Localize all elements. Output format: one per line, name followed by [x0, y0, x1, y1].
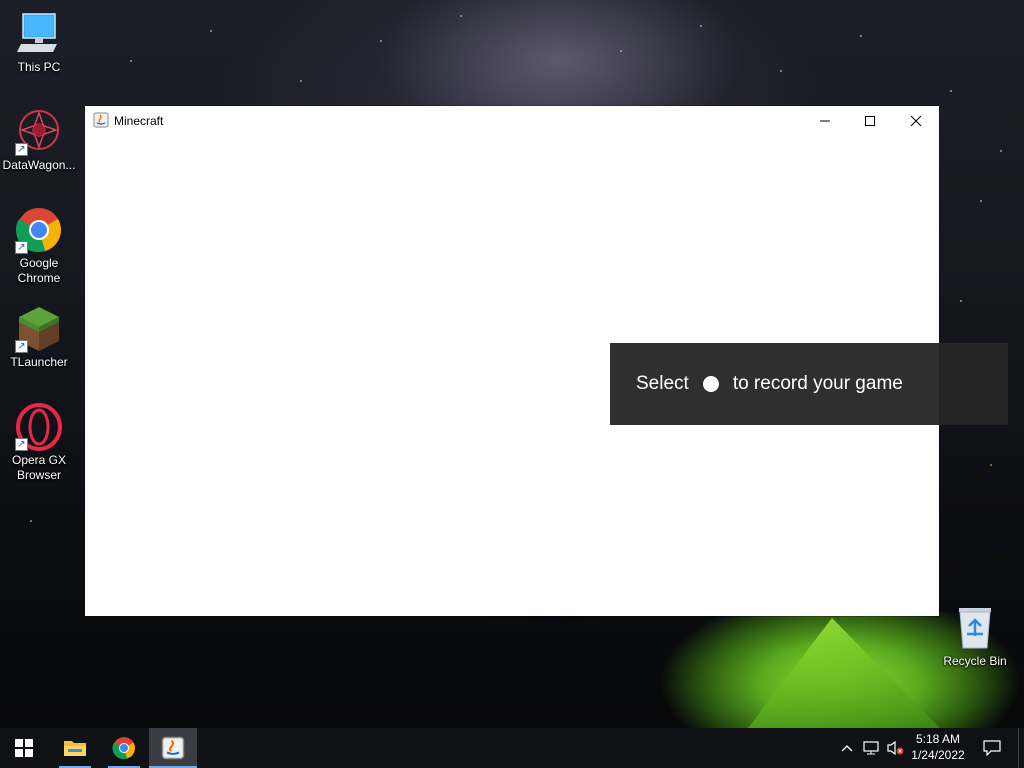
desktop-icon-recycle-bin[interactable]: Recycle Bin — [937, 604, 1013, 669]
window-title: Minecraft — [114, 114, 164, 128]
maximize-button[interactable] — [847, 106, 893, 136]
java-icon — [161, 736, 185, 760]
this-pc-icon — [15, 10, 63, 58]
shortcut-arrow-icon: ↗ — [15, 340, 28, 353]
minimize-icon — [820, 120, 830, 122]
network-icon — [863, 741, 879, 755]
tray-overflow-button[interactable] — [838, 728, 856, 768]
java-icon — [93, 112, 109, 128]
windows-start-icon — [15, 739, 33, 757]
network-button[interactable] — [861, 728, 881, 768]
start-button[interactable] — [0, 728, 48, 768]
taskbar-java-minecraft[interactable] — [149, 728, 197, 768]
clock-date: 1/24/2022 — [911, 748, 965, 762]
desktop-icon-datawagon[interactable]: ↗ DataWagon... — [1, 108, 77, 173]
file-explorer-icon — [64, 741, 86, 756]
record-dot-icon — [702, 376, 719, 392]
datawagon-icon: ↗ — [15, 108, 63, 156]
desktop-icon-label: Google Chrome — [17, 256, 61, 285]
gamebar-text-before: Select — [636, 373, 689, 394]
chrome-icon: ↗ — [15, 206, 63, 254]
taskbar: 5:18 AM 1/24/2022 — [0, 728, 1024, 768]
desktop-icon-opera-gx[interactable]: ↗ Opera GX Browser — [1, 403, 77, 483]
close-button[interactable] — [893, 106, 939, 136]
shortcut-arrow-icon: ↗ — [15, 241, 28, 254]
clock[interactable]: 5:18 AM 1/24/2022 — [906, 731, 970, 763]
volume-button[interactable] — [884, 728, 906, 768]
shortcut-arrow-icon: ↗ — [15, 143, 28, 156]
gamebar-record-tooltip: Select to record your game — [610, 343, 1008, 425]
shortcut-arrow-icon: ↗ — [15, 438, 28, 451]
taskbar-file-explorer[interactable] — [53, 728, 97, 768]
desktop-icon-label: Recycle Bin — [943, 654, 1007, 668]
chevron-up-icon — [841, 745, 853, 752]
desktop-icon-label: DataWagon... — [2, 158, 76, 172]
window-titlebar[interactable]: Minecraft — [85, 106, 939, 136]
close-icon — [910, 115, 922, 127]
desktop-icon-label: Opera GX Browser — [11, 453, 67, 482]
show-desktop-button[interactable] — [1018, 728, 1024, 768]
gamebar-text-after: to record your game — [732, 373, 903, 394]
minimize-button[interactable] — [802, 106, 848, 136]
maximize-icon — [865, 116, 875, 126]
desktop-icon-tlauncher[interactable]: ↗ TLauncher — [1, 305, 77, 370]
volume-muted-icon — [887, 740, 904, 756]
notifications-icon — [983, 740, 1001, 756]
recycle-bin-icon — [951, 604, 999, 652]
taskbar-chrome[interactable] — [102, 728, 146, 768]
opera-gx-icon: ↗ — [15, 403, 63, 451]
desktop-icon-label: This PC — [17, 60, 61, 74]
action-center-button[interactable] — [978, 728, 1006, 768]
desktop-icon-label: TLauncher — [10, 355, 68, 369]
chrome-icon — [112, 737, 135, 760]
desktop-icon-this-pc[interactable]: This PC — [1, 10, 77, 75]
tlauncher-icon: ↗ — [15, 305, 63, 353]
desktop-icon-google-chrome[interactable]: ↗ Google Chrome — [1, 206, 77, 286]
clock-time: 5:18 AM — [915, 732, 961, 746]
